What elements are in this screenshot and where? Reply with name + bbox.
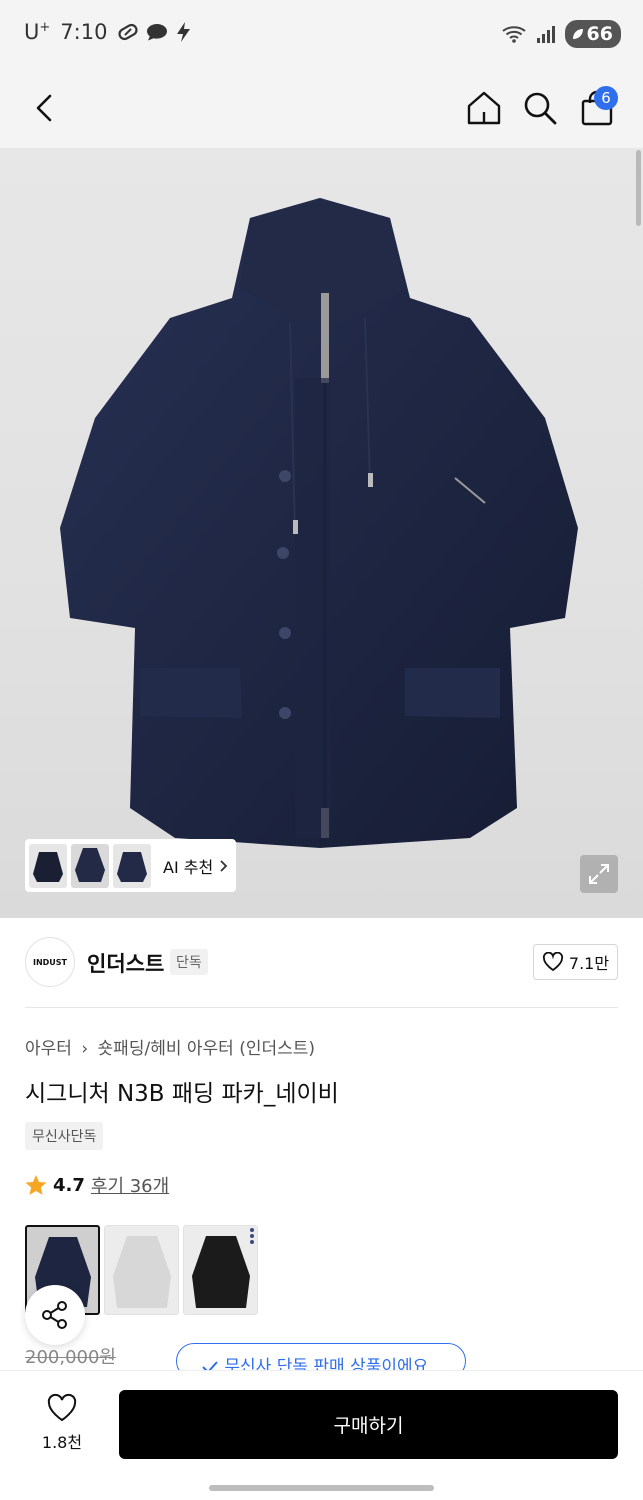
share-icon <box>42 1301 67 1329</box>
brand-like-button[interactable]: 7.1만 <box>533 944 618 980</box>
bottom-bar: 1.8천 구매하기 <box>0 1370 643 1500</box>
brand-logo[interactable]: INDUST <box>25 937 75 987</box>
battery-indicator: 66 <box>564 20 621 48</box>
chat-icon <box>147 24 168 41</box>
jacket-illustration <box>60 198 578 848</box>
leaf-icon <box>572 29 583 39</box>
brand-name[interactable]: 인더스트 <box>87 948 164 978</box>
reviews-link[interactable]: 후기 36개 <box>91 1172 169 1198</box>
store-tag: 무신사단독 <box>25 1122 104 1150</box>
home-indicator[interactable] <box>209 1485 434 1491</box>
status-left: U+ 7:10 <box>24 20 193 44</box>
original-price: 200,000원 <box>25 1347 116 1368</box>
more-options-icon[interactable] <box>249 1228 255 1244</box>
rating-row[interactable]: 4.7 후기 36개 <box>25 1172 169 1198</box>
scrollbar-thumb[interactable] <box>636 150 641 226</box>
product-image[interactable]: AI 추천 <box>0 148 643 918</box>
ai-recommend-strip[interactable]: AI 추천 <box>25 839 236 892</box>
chevron-right-icon <box>220 859 228 872</box>
status-right: 66 <box>501 20 621 48</box>
breadcrumb[interactable]: 아우터 › 숏패딩/헤비 아우터 (인더스트) <box>25 1034 315 1059</box>
color-option-gray[interactable] <box>104 1225 179 1315</box>
color-option-black[interactable] <box>183 1225 258 1315</box>
share-button[interactable] <box>25 1285 85 1345</box>
expand-image-button[interactable] <box>580 855 618 893</box>
back-arrow-icon[interactable] <box>28 90 64 126</box>
flash-icon <box>177 22 191 42</box>
expand-icon <box>589 864 609 884</box>
pill-icon <box>118 23 139 41</box>
cart-count-badge: 6 <box>594 86 618 110</box>
ai-recommend-label[interactable]: AI 추천 <box>163 854 229 878</box>
wifi-icon <box>501 26 526 43</box>
brand-row: INDUST 인더스트 단독 7.1만 <box>25 918 618 1008</box>
star-icon <box>25 1175 47 1195</box>
buy-button[interactable]: 구매하기 <box>119 1390 618 1459</box>
search-icon[interactable] <box>520 88 560 128</box>
home-icon[interactable] <box>464 88 504 128</box>
rating-score: 4.7 <box>53 1174 85 1196</box>
heart-icon <box>47 1393 77 1422</box>
product-title: 시그니처 N3B 패딩 파카_네이비 <box>25 1081 339 1107</box>
carrier: U+ <box>24 20 51 44</box>
wishlist-count: 1.8천 <box>41 1433 83 1452</box>
recommend-thumb[interactable] <box>29 843 67 888</box>
exclusive-badge: 단독 <box>170 949 208 975</box>
recommend-thumb[interactable] <box>71 843 109 888</box>
top-nav <box>0 68 643 148</box>
heart-icon <box>542 952 563 972</box>
status-bar: U+ 7:10 66 <box>0 0 643 68</box>
recommend-thumb[interactable] <box>113 843 151 888</box>
clock: 7:10 <box>60 20 108 44</box>
wishlist-button[interactable]: 1.8천 <box>25 1393 99 1453</box>
breadcrumb-separator: › <box>81 1039 89 1059</box>
signal-icon <box>536 26 555 43</box>
